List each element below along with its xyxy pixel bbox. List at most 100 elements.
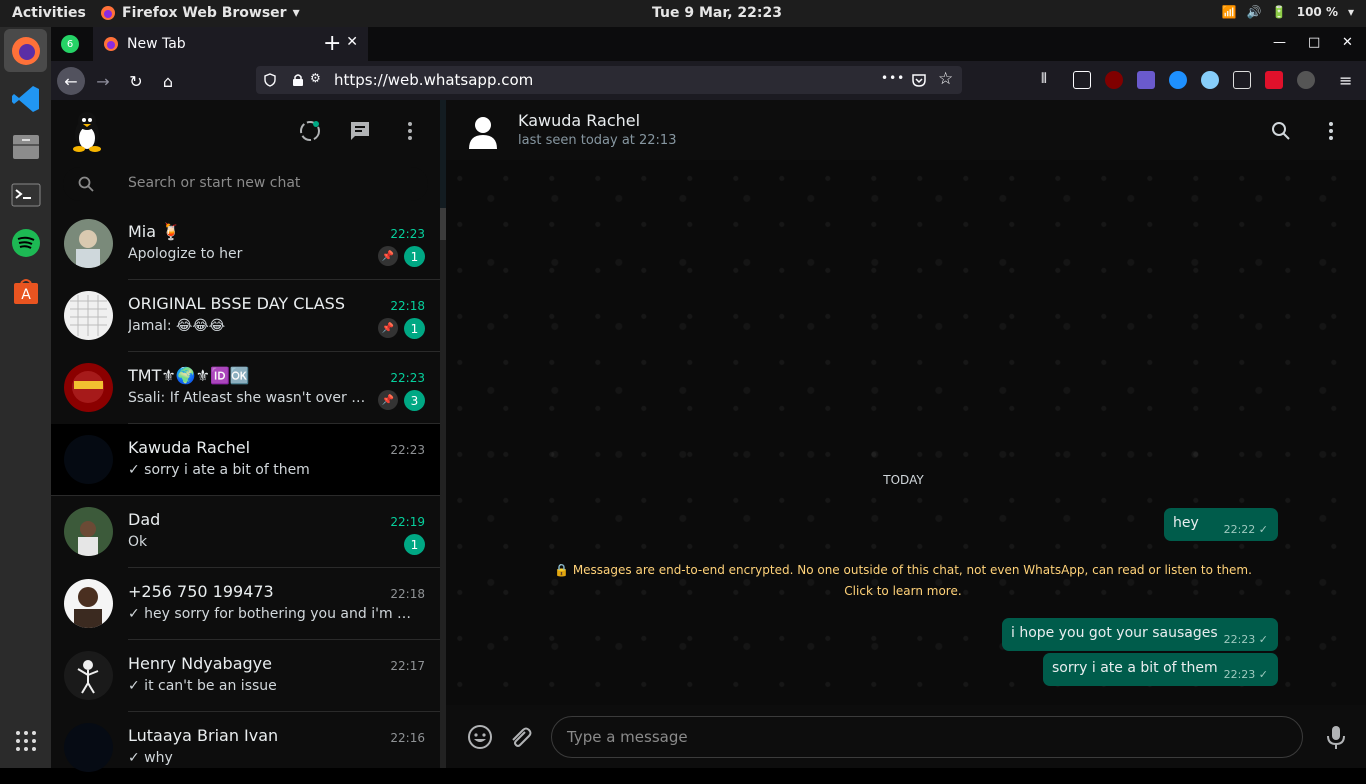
chat-item[interactable]: Mia 🍹 22:23 Apologize to her 📌 1 (51, 208, 440, 280)
chat-preview: Apologize to her (128, 246, 243, 262)
avatar (64, 363, 113, 412)
new-chat-icon[interactable] (349, 120, 371, 142)
avatar (64, 651, 113, 700)
ublock-icon[interactable] (1105, 71, 1123, 89)
firefox-icon (104, 37, 118, 51)
chat-name: ORIGINAL BSSE DAY CLASS (128, 294, 345, 313)
maximize-button[interactable]: □ (1308, 35, 1320, 50)
url-bar[interactable]: ⚙ https://web.whatsapp.com ••• ☆ (256, 66, 962, 94)
app-menu[interactable]: Firefox Web Browser ▾ (100, 5, 300, 21)
bookmark-star-icon[interactable]: ☆ (938, 69, 953, 89)
sidebar-icon[interactable] (1073, 71, 1091, 89)
chevron-down-icon: ▾ (292, 5, 300, 21)
search-icon[interactable] (78, 176, 94, 192)
pinned-tab-whatsapp[interactable]: 6 (61, 35, 79, 53)
avatar (64, 507, 113, 556)
last-seen: last seen today at 22:13 (518, 133, 677, 148)
dock-firefox[interactable] (4, 29, 47, 72)
search-icon[interactable] (1271, 121, 1291, 141)
battery-icon: 🔋 (1271, 5, 1287, 19)
volume-icon: 🔊 (1246, 5, 1262, 19)
menu-dots-icon[interactable] (399, 120, 421, 142)
dock-files[interactable] (4, 125, 47, 168)
avatar (64, 435, 113, 484)
chat-item[interactable]: Henry Ndyabagye 22:17 ✓ it can't be an i… (51, 640, 440, 712)
chat-name: Dad (128, 510, 161, 529)
menu-dots-icon[interactable] (1320, 120, 1342, 142)
close-window-button[interactable]: ✕ (1342, 35, 1353, 50)
chat-item[interactable]: TMT⚜🌍⚜🆔🆗 22:23 Ssali: If Atleast she was… (51, 352, 440, 424)
page-actions-icon[interactable]: ••• (881, 71, 905, 85)
activities-button[interactable]: Activities (12, 5, 86, 21)
extension-icon[interactable] (1169, 71, 1187, 89)
search-input[interactable]: Search or start new chat (128, 175, 300, 191)
microphone-icon[interactable] (1323, 724, 1349, 750)
apps-grid-icon (15, 730, 36, 751)
back-button[interactable]: ← (57, 67, 85, 95)
status-icon[interactable] (299, 120, 321, 142)
dock-terminal[interactable] (4, 173, 47, 216)
message-input[interactable]: Type a message (551, 716, 1303, 758)
permissions-icon[interactable]: ⚙ (310, 71, 321, 85)
unread-badge: 3 (404, 390, 425, 411)
forward-button[interactable]: → (89, 67, 117, 95)
unread-badge: 1 (404, 246, 425, 267)
clock[interactable]: Tue 9 Mar, 22:23 (652, 5, 782, 21)
profile-avatar[interactable] (69, 110, 105, 152)
file-cabinet-icon (12, 134, 39, 159)
close-tab-icon[interactable]: ✕ (346, 34, 358, 50)
chat-preview: ✓ hey sorry for bothering you and i'm pr… (128, 606, 418, 622)
dock: A (0, 27, 51, 768)
menu-icon[interactable]: ≡ (1339, 71, 1357, 90)
chat-item[interactable]: Dad 22:19 Ok 1 (51, 496, 440, 568)
conversation-header[interactable]: Kawuda Rachel last seen today at 22:13 (446, 100, 1366, 160)
chat-preview: Ssali: If Atleast she wasn't over victi.… (128, 390, 368, 406)
piano-extension-icon[interactable] (1233, 71, 1251, 89)
chat-name: TMT⚜🌍⚜🆔🆗 (128, 366, 250, 385)
url-domain: whatsapp.com (423, 71, 534, 89)
chat-item[interactable]: Lutaaya Brian Ivan 22:16 ✓ why (51, 712, 440, 784)
minimize-button[interactable]: — (1273, 35, 1286, 50)
dock-software-center[interactable]: A (4, 269, 47, 312)
spotify-icon (11, 228, 40, 257)
dock-show-apps[interactable] (4, 719, 47, 762)
s-extension-icon[interactable] (1265, 71, 1283, 89)
status-area[interactable]: 📶 🔊 🔋 100 % ▾ (1222, 5, 1354, 19)
message-placeholder: Type a message (567, 728, 688, 746)
chat-time: 22:19 (390, 515, 425, 529)
contact-avatar[interactable] (468, 115, 498, 149)
zoom-extension-icon[interactable] (1137, 71, 1155, 89)
mask-extension-icon[interactable] (1297, 71, 1315, 89)
date-divider: TODAY (883, 473, 924, 487)
chat-item-selected[interactable]: Kawuda Rachel 22:23 ✓ sorry i ate a bit … (51, 424, 440, 496)
dock-vscode[interactable] (4, 77, 47, 120)
encryption-notice[interactable]: 🔒 Messages are end-to-end encrypted. No … (541, 560, 1265, 602)
home-icon[interactable]: ⌂ (154, 67, 182, 95)
chat-item[interactable]: +256 750 199473 22:18 ✓ hey sorry for bo… (51, 568, 440, 640)
pin-icon: 📌 (378, 390, 398, 410)
chat-name: +256 750 199473 (128, 582, 274, 601)
outgoing-message[interactable]: i hope you got your sausages 22:23 ✓ (1002, 618, 1278, 651)
chat-item[interactable]: ORIGINAL BSSE DAY CLASS 22:18 Jamal: 😂😂😂… (51, 280, 440, 352)
reload-button[interactable]: ↻ (122, 67, 150, 95)
message-time: 22:22 ✓ (1223, 523, 1268, 536)
tab-bar: 6 New Tab ✕ + — □ ✕ (51, 27, 1366, 61)
new-tab-button[interactable]: + (323, 31, 341, 56)
emoji-icon[interactable] (467, 724, 493, 750)
pin-icon: 📌 (378, 246, 398, 266)
terminal-icon (11, 183, 40, 206)
outgoing-message[interactable]: hey 22:22 ✓ (1164, 508, 1278, 541)
composer: Type a message (446, 705, 1366, 768)
chat-name: Henry Ndyabagye (128, 654, 272, 673)
translate-icon[interactable] (1201, 71, 1219, 89)
lock-icon[interactable] (292, 73, 304, 87)
firefox-icon (101, 6, 115, 20)
dock-spotify[interactable] (4, 221, 47, 264)
avatar (64, 291, 113, 340)
outgoing-message[interactable]: sorry i ate a bit of them 22:23 ✓ (1043, 653, 1278, 686)
library-icon[interactable]: ⫴ (1041, 71, 1059, 89)
battery-label: 100 % (1296, 5, 1338, 19)
attach-icon[interactable] (507, 724, 533, 750)
pocket-icon[interactable] (911, 72, 927, 88)
shield-icon[interactable] (264, 73, 276, 87)
